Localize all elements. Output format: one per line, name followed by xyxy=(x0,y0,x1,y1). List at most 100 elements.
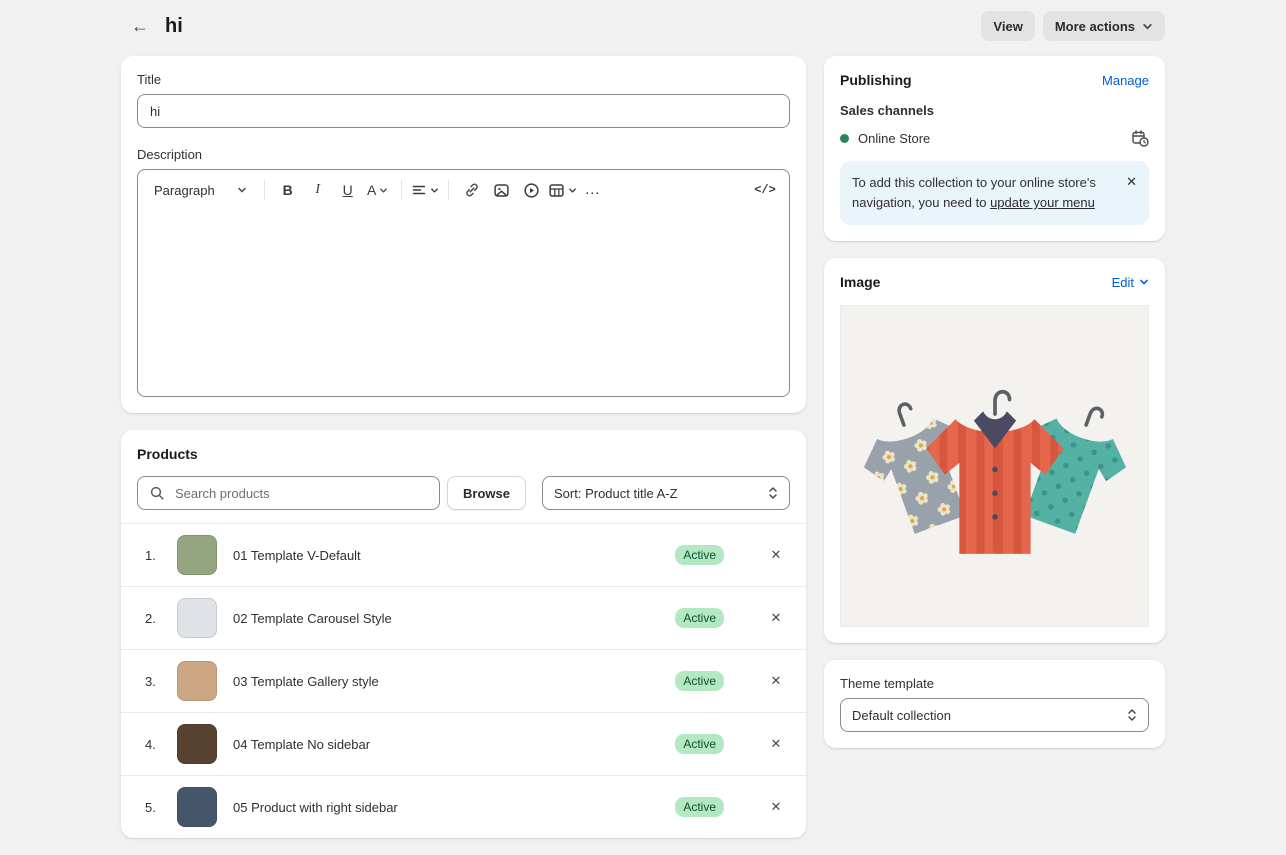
product-name-link[interactable]: 02 Template Carousel Style xyxy=(233,611,675,626)
paragraph-style-label: Paragraph xyxy=(154,183,215,198)
search-icon xyxy=(149,485,165,501)
video-play-icon xyxy=(523,182,540,199)
chevron-down-icon xyxy=(430,186,439,195)
edit-link-label: Edit xyxy=(1112,275,1134,290)
publishing-header: Publishing Manage xyxy=(840,72,1149,88)
underline-button[interactable]: U xyxy=(334,176,362,204)
product-position: 5. xyxy=(145,800,163,815)
product-list: 1. 01 Template V-Default Active ✕ 2. 02 … xyxy=(121,523,806,838)
remove-product-button[interactable]: ✕ xyxy=(762,730,790,758)
product-name-link[interactable]: 04 Template No sidebar xyxy=(233,737,675,752)
product-name-link[interactable]: 05 Product with right sidebar xyxy=(233,800,675,815)
image-title: Image xyxy=(840,274,880,290)
description-label: Description xyxy=(137,147,790,162)
close-icon: ✕ xyxy=(1126,174,1137,189)
close-icon: ✕ xyxy=(771,799,782,815)
status-badge: Active xyxy=(675,734,724,754)
product-position: 4. xyxy=(145,737,163,752)
theme-template-value: Default collection xyxy=(852,708,951,723)
header-actions: View More actions xyxy=(981,11,1165,41)
update-menu-link[interactable]: update your menu xyxy=(990,195,1095,210)
text-color-button[interactable]: A xyxy=(364,176,392,204)
insert-video-button[interactable] xyxy=(518,176,546,204)
product-name-link[interactable]: 01 Template V-Default xyxy=(233,548,675,563)
toolbar-divider xyxy=(448,180,449,200)
view-button-label: View xyxy=(993,19,1022,34)
product-row: 2. 02 Template Carousel Style Active ✕ xyxy=(121,586,806,649)
main-column: Title Description Paragraph B I xyxy=(121,56,806,855)
publishing-title: Publishing xyxy=(840,72,912,88)
show-html-button[interactable]: </> xyxy=(751,176,779,204)
status-badge: Active xyxy=(675,797,724,817)
products-card: Products Browse Sort: Product titl xyxy=(121,430,806,838)
bold-button[interactable]: B xyxy=(274,176,302,204)
browse-button[interactable]: Browse xyxy=(447,476,526,510)
product-position: 3. xyxy=(145,674,163,689)
dismiss-banner-button[interactable]: ✕ xyxy=(1126,173,1137,191)
align-left-icon xyxy=(411,182,427,198)
close-icon: ✕ xyxy=(771,736,782,752)
remove-product-button[interactable]: ✕ xyxy=(762,793,790,821)
chevron-down-icon xyxy=(568,186,577,195)
product-name-link[interactable]: 03 Template Gallery style xyxy=(233,674,675,689)
product-thumbnail xyxy=(177,787,217,827)
side-column: Publishing Manage Sales channels Online … xyxy=(824,56,1165,765)
insert-image-button[interactable] xyxy=(488,176,516,204)
view-button[interactable]: View xyxy=(981,11,1034,41)
chevron-down-icon xyxy=(1139,277,1149,287)
banner-text: To add this collection to your online st… xyxy=(852,173,1118,213)
remove-product-button[interactable]: ✕ xyxy=(762,604,790,632)
remove-product-button[interactable]: ✕ xyxy=(762,541,790,569)
title-input[interactable] xyxy=(137,94,790,128)
remove-product-button[interactable]: ✕ xyxy=(762,667,790,695)
chevron-down-icon xyxy=(379,186,388,195)
navigation-info-banner: To add this collection to your online st… xyxy=(840,161,1149,225)
table-icon xyxy=(548,182,565,199)
back-button[interactable]: ← xyxy=(125,11,155,41)
toolbar-divider xyxy=(264,180,265,200)
chevron-down-icon xyxy=(237,185,247,195)
search-products-input[interactable] xyxy=(173,485,428,502)
collection-image xyxy=(840,305,1149,627)
image-card: Image Edit xyxy=(824,258,1165,643)
insert-table-button[interactable] xyxy=(548,176,577,204)
product-row: 5. 05 Product with right sidebar Active … xyxy=(121,775,806,838)
product-position: 2. xyxy=(145,611,163,626)
sort-select-value: Sort: Product title A-Z xyxy=(554,486,678,501)
paragraph-style-dropdown[interactable]: Paragraph xyxy=(146,179,255,202)
status-badge: Active xyxy=(675,545,724,565)
product-search[interactable] xyxy=(137,476,440,510)
link-icon xyxy=(464,182,480,198)
alignment-button[interactable] xyxy=(411,176,439,204)
page-container: ← hi View More actions Title Description xyxy=(121,0,1165,855)
product-row: 3. 03 Template Gallery style Active ✕ xyxy=(121,649,806,712)
browse-button-label: Browse xyxy=(463,486,510,501)
image-header: Image Edit xyxy=(840,274,1149,290)
more-formatting-button[interactable]: … xyxy=(579,176,607,204)
schedule-calendar-icon[interactable] xyxy=(1131,129,1149,147)
theme-template-card: Theme template Default collection xyxy=(824,660,1165,748)
more-actions-button[interactable]: More actions xyxy=(1043,11,1165,41)
product-thumbnail xyxy=(177,661,217,701)
select-stepper-icon xyxy=(768,486,778,500)
image-icon xyxy=(493,182,510,199)
products-controls: Browse Sort: Product title A-Z xyxy=(137,476,790,510)
italic-button[interactable]: I xyxy=(304,176,332,204)
text-color-letter: A xyxy=(367,182,376,198)
sort-select[interactable]: Sort: Product title A-Z xyxy=(542,476,790,510)
description-editor-area[interactable] xyxy=(138,210,789,396)
product-row: 1. 01 Template V-Default Active ✕ xyxy=(121,523,806,586)
select-stepper-icon xyxy=(1127,708,1137,722)
products-title: Products xyxy=(137,446,790,462)
channel-status-dot xyxy=(840,134,849,143)
publishing-card: Publishing Manage Sales channels Online … xyxy=(824,56,1165,241)
page-title: hi xyxy=(165,15,183,38)
theme-template-select[interactable]: Default collection xyxy=(840,698,1149,732)
manage-link[interactable]: Manage xyxy=(1102,73,1149,88)
shirts-illustration xyxy=(845,312,1145,620)
edit-image-link[interactable]: Edit xyxy=(1112,275,1149,290)
product-thumbnail xyxy=(177,598,217,638)
details-card: Title Description Paragraph B I xyxy=(121,56,806,413)
back-arrow-icon: ← xyxy=(131,16,149,37)
link-button[interactable] xyxy=(458,176,486,204)
